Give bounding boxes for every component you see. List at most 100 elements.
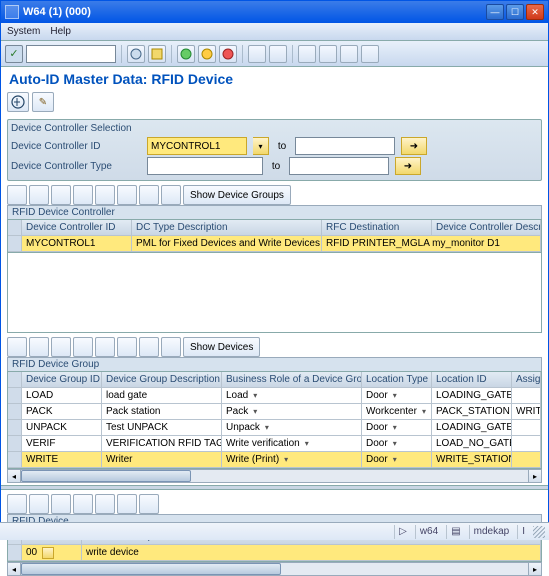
alv3-btn-7[interactable] — [139, 494, 159, 514]
alv3-btn-3[interactable] — [51, 494, 71, 514]
dc-type-multiple-button[interactable]: ➜ — [395, 157, 421, 175]
group-hscroll[interactable]: ◂ ▸ — [7, 469, 542, 483]
cell-rfc[interactable]: RFID PRINTER_MGLA my_monitor D1 — [322, 236, 541, 252]
alv2-btn-1[interactable] — [7, 337, 27, 357]
cell-dc-type-desc[interactable]: PML for Fixed Devices and Write Devices — [132, 236, 322, 252]
cell-device-desc[interactable]: write device — [82, 545, 541, 561]
cell-loc-type[interactable]: Workcenter — [362, 404, 432, 420]
alv2-btn-3[interactable] — [51, 337, 71, 357]
cell-group-desc[interactable]: load gate — [102, 388, 222, 404]
execute-button[interactable] — [7, 92, 29, 112]
group-row[interactable]: UNPACKTest UNPACKUnpackDoorLOADING_GATE — [8, 420, 541, 436]
alv3-btn-2[interactable] — [29, 494, 49, 514]
alv1-btn-4[interactable] — [73, 185, 93, 205]
input-dc-id-to[interactable] — [295, 137, 395, 155]
cell-loc-type[interactable]: Door — [362, 420, 432, 436]
cell-group-desc[interactable]: Pack station — [102, 404, 222, 420]
splitter[interactable] — [1, 485, 548, 490]
device-hscroll[interactable]: ◂ ▸ — [7, 562, 542, 576]
print-icon[interactable] — [248, 45, 266, 63]
cell-group-desc[interactable]: Test UNPACK — [102, 420, 222, 436]
cell-print[interactable] — [512, 452, 541, 468]
cell-group-desc[interactable]: VERIFICATION RFID TAG — [102, 436, 222, 452]
status-triangle-icon[interactable]: ▷ — [394, 525, 411, 539]
cell-group-id[interactable]: VERIF — [22, 436, 102, 452]
cell-loc-type[interactable]: Door — [362, 388, 432, 404]
show-device-groups-button[interactable]: Show Device Groups — [183, 185, 291, 205]
ok-code-dropdown[interactable] — [5, 45, 23, 63]
col-dc-desc[interactable]: Device Controller Description — [432, 220, 541, 236]
alv2-btn-5[interactable] — [95, 337, 115, 357]
row-selector[interactable] — [8, 404, 22, 420]
cancel-icon[interactable] — [219, 45, 237, 63]
edit-button[interactable] — [32, 92, 54, 112]
maximize-button[interactable]: ☐ — [506, 4, 524, 20]
row-selector[interactable] — [8, 420, 22, 436]
exit-icon[interactable] — [198, 45, 216, 63]
cell-dc-id[interactable]: MYCONTROL1 — [22, 236, 132, 252]
scroll-left-icon[interactable]: ◂ — [7, 469, 21, 483]
dc-id-picker-icon[interactable]: ▾ — [253, 137, 269, 155]
ok-code-input[interactable] — [26, 45, 116, 63]
cell-group-desc[interactable]: Writer — [102, 452, 222, 468]
input-dc-type-to[interactable] — [289, 157, 389, 175]
alv3-btn-1[interactable] — [7, 494, 27, 514]
device-row[interactable]: 00 write device — [8, 545, 541, 561]
col-dc-type-desc[interactable]: DC Type Description — [132, 220, 322, 236]
col-print[interactable]: Assigned Print — [512, 372, 541, 388]
cell-group-id[interactable]: LOAD — [22, 388, 102, 404]
group-row[interactable]: LOADload gateLoadDoorLOADING_GATE — [8, 388, 541, 404]
cell-device-id[interactable]: 00 — [22, 545, 82, 561]
menu-help[interactable]: Help — [50, 26, 71, 37]
alv1-btn-5[interactable] — [95, 185, 115, 205]
scroll-thumb[interactable] — [21, 470, 191, 482]
col-dc-id[interactable]: Device Controller ID — [22, 220, 132, 236]
cell-group-id[interactable]: UNPACK — [22, 420, 102, 436]
back-green-icon[interactable] — [177, 45, 195, 63]
alv2-btn-2[interactable] — [29, 337, 49, 357]
group-row[interactable]: VERIFVERIFICATION RFID TAGWrite verifica… — [8, 436, 541, 452]
alv1-btn-3[interactable] — [51, 185, 71, 205]
alv3-btn-4[interactable] — [73, 494, 93, 514]
cell-group-id[interactable]: WRITE — [22, 452, 102, 468]
cell-print[interactable]: WRITE — [512, 404, 541, 420]
cell-role[interactable]: Load — [222, 388, 362, 404]
input-dc-id-from[interactable] — [147, 137, 247, 155]
row-selector[interactable] — [8, 452, 22, 468]
controller-row[interactable]: MYCONTROL1 PML for Fixed Devices and Wri… — [8, 236, 541, 252]
row-selector[interactable] — [8, 236, 22, 252]
row-selector-header[interactable] — [8, 220, 22, 236]
cell-print[interactable] — [512, 436, 541, 452]
cell-print[interactable] — [512, 388, 541, 404]
find-icon[interactable] — [269, 45, 287, 63]
scroll-right-icon[interactable]: ▸ — [528, 469, 542, 483]
alv2-btn-7[interactable] — [139, 337, 159, 357]
row-selector-header[interactable] — [8, 372, 22, 388]
scroll-track[interactable] — [21, 562, 528, 576]
prev-page-icon[interactable] — [319, 45, 337, 63]
cell-loc-type[interactable]: Door — [362, 452, 432, 468]
show-devices-button[interactable]: Show Devices — [183, 337, 260, 357]
row-selector[interactable] — [8, 545, 22, 561]
alv2-btn-8[interactable] — [161, 337, 181, 357]
scroll-track[interactable] — [21, 469, 528, 483]
menu-system[interactable]: System — [7, 26, 40, 37]
cell-role[interactable]: Write (Print) — [222, 452, 362, 468]
group-row[interactable]: PACKPack stationPackWorkcenterPACK_STATI… — [8, 404, 541, 420]
cell-loc-id[interactable]: PACK_STATION — [432, 404, 512, 420]
scroll-left-icon[interactable]: ◂ — [7, 562, 21, 576]
alv1-btn-8[interactable] — [161, 185, 181, 205]
group-row[interactable]: WRITEWriterWrite (Print)DoorWRITE_STATIO… — [8, 452, 541, 468]
first-page-icon[interactable] — [298, 45, 316, 63]
scroll-right-icon[interactable]: ▸ — [528, 562, 542, 576]
resize-grip[interactable] — [533, 526, 545, 538]
minimize-button[interactable]: — — [486, 4, 504, 20]
cell-group-id[interactable]: PACK — [22, 404, 102, 420]
cell-loc-type[interactable]: Door — [362, 436, 432, 452]
col-role[interactable]: Business Role of a Device Group — [222, 372, 362, 388]
alv1-btn-1[interactable] — [7, 185, 27, 205]
col-loc-type[interactable]: Location Type — [362, 372, 432, 388]
row-selector[interactable] — [8, 388, 22, 404]
close-button[interactable]: ✕ — [526, 4, 544, 20]
col-rfc[interactable]: RFC Destination — [322, 220, 432, 236]
